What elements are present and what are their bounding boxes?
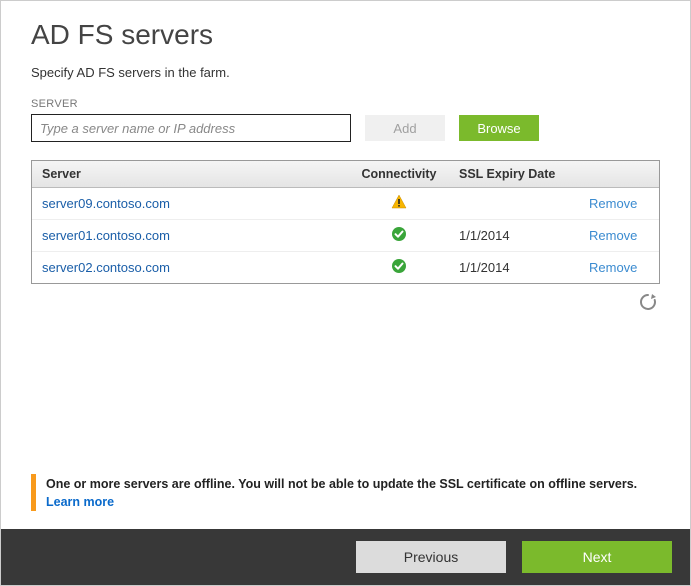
checkmark-icon (391, 262, 407, 277)
server-input[interactable] (31, 114, 351, 142)
warning-alert: One or more servers are offline. You wil… (31, 474, 660, 511)
servers-table: Server Connectivity SSL Expiry Date serv… (32, 161, 659, 283)
checkmark-icon (391, 230, 407, 245)
next-button[interactable]: Next (522, 541, 672, 573)
ssl-expiry-cell: 1/1/2014 (449, 252, 579, 284)
server-link[interactable]: server02.contoso.com (42, 260, 170, 275)
server-link[interactable]: server09.contoso.com (42, 196, 170, 211)
col-header-connectivity: Connectivity (349, 161, 449, 188)
col-header-server: Server (32, 161, 349, 188)
server-input-row: Add Browse (31, 114, 660, 142)
add-button: Add (365, 115, 445, 141)
ssl-expiry-cell (449, 188, 579, 220)
table-row: server09.contoso.com Remove (32, 188, 659, 220)
page-title: AD FS servers (31, 19, 660, 51)
remove-link[interactable]: Remove (589, 228, 637, 243)
learn-more-link[interactable]: Learn more (46, 495, 114, 509)
remove-link[interactable]: Remove (589, 260, 637, 275)
col-header-action (579, 161, 659, 188)
refresh-icon[interactable] (638, 292, 658, 312)
col-header-ssl-expiry: SSL Expiry Date (449, 161, 579, 188)
alert-message: One or more servers are offline. You wil… (46, 476, 637, 493)
server-link[interactable]: server01.contoso.com (42, 228, 170, 243)
previous-button[interactable]: Previous (356, 541, 506, 573)
browse-button[interactable]: Browse (459, 115, 539, 141)
table-row: server02.contoso.com 1/1/2014 Remove (32, 252, 659, 284)
wizard-footer: Previous Next (1, 529, 690, 585)
page-subtitle: Specify AD FS servers in the farm. (31, 65, 660, 80)
warning-icon (391, 198, 407, 213)
table-row: server01.contoso.com 1/1/2014 Remove (32, 220, 659, 252)
server-input-label: SERVER (31, 98, 660, 110)
remove-link[interactable]: Remove (589, 196, 637, 211)
servers-table-container: Server Connectivity SSL Expiry Date serv… (31, 160, 660, 284)
ssl-expiry-cell: 1/1/2014 (449, 220, 579, 252)
